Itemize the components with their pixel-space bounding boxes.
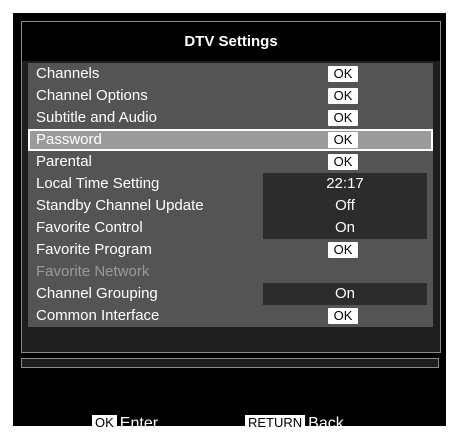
menu-item-label: Common Interface — [36, 307, 160, 324]
ok-badge: OK — [328, 132, 358, 148]
ok-badge: OK — [328, 88, 358, 104]
menu-item-favorite-network: Favorite Network — [28, 261, 433, 283]
ok-badge: OK — [328, 308, 358, 324]
menu-item-label: Channel Options — [36, 87, 148, 104]
setting-value: On — [263, 217, 427, 239]
info-bar — [21, 358, 439, 368]
back-hint: RETURN Back — [245, 415, 344, 433]
menu-item-password[interactable]: Password OK — [28, 129, 433, 151]
menu-item-label: Favorite Program — [36, 241, 152, 258]
menu-item-channel-options[interactable]: Channel Options OK — [28, 85, 433, 107]
menu-item-favorite-control[interactable]: Favorite Control On — [28, 217, 433, 239]
menu-item-label: Favorite Control — [36, 219, 143, 236]
tv-screen: DTV Settings Channels OK Channel Options… — [13, 13, 446, 432]
menu-item-label: Password — [36, 131, 102, 148]
setting-value: On — [263, 283, 427, 305]
menu-item-favorite-program[interactable]: Favorite Program OK — [28, 239, 433, 261]
ok-badge: OK — [328, 66, 358, 82]
ok-badge: OK — [328, 154, 358, 170]
menu-item-label: Favorite Network — [36, 263, 150, 280]
menu-item-subtitle-and-audio[interactable]: Subtitle and Audio OK — [28, 107, 433, 129]
ok-badge: OK — [328, 110, 358, 126]
return-key-badge: RETURN — [245, 415, 306, 431]
menu-item-label: Channel Grouping — [36, 285, 158, 302]
setting-value: 22:17 — [263, 173, 427, 195]
panel-title: DTV Settings — [22, 22, 440, 61]
menu-item-label: Subtitle and Audio — [36, 109, 157, 126]
menu-item-channel-grouping[interactable]: Channel Grouping On — [28, 283, 433, 305]
menu-item-label: Parental — [36, 153, 92, 170]
settings-panel: DTV Settings Channels OK Channel Options… — [21, 21, 441, 353]
menu-item-common-interface[interactable]: Common Interface OK — [28, 305, 433, 327]
ok-key-badge: OK — [92, 415, 117, 431]
settings-menu: Channels OK Channel Options OK Subtitle … — [28, 63, 433, 327]
back-hint-label: Back — [308, 415, 344, 432]
menu-item-label: Standby Channel Update — [36, 197, 204, 214]
setting-value: Off — [263, 195, 427, 217]
menu-item-parental[interactable]: Parental OK — [28, 151, 433, 173]
menu-item-channels[interactable]: Channels OK — [28, 63, 433, 85]
ok-badge: OK — [328, 242, 358, 258]
enter-hint: OK Enter — [92, 415, 158, 433]
menu-item-standby-channel-update[interactable]: Standby Channel Update Off — [28, 195, 433, 217]
menu-item-local-time-setting[interactable]: Local Time Setting 22:17 — [28, 173, 433, 195]
menu-item-label: Local Time Setting — [36, 175, 160, 192]
menu-item-label: Channels — [36, 65, 100, 82]
enter-hint-label: Enter — [119, 415, 159, 432]
